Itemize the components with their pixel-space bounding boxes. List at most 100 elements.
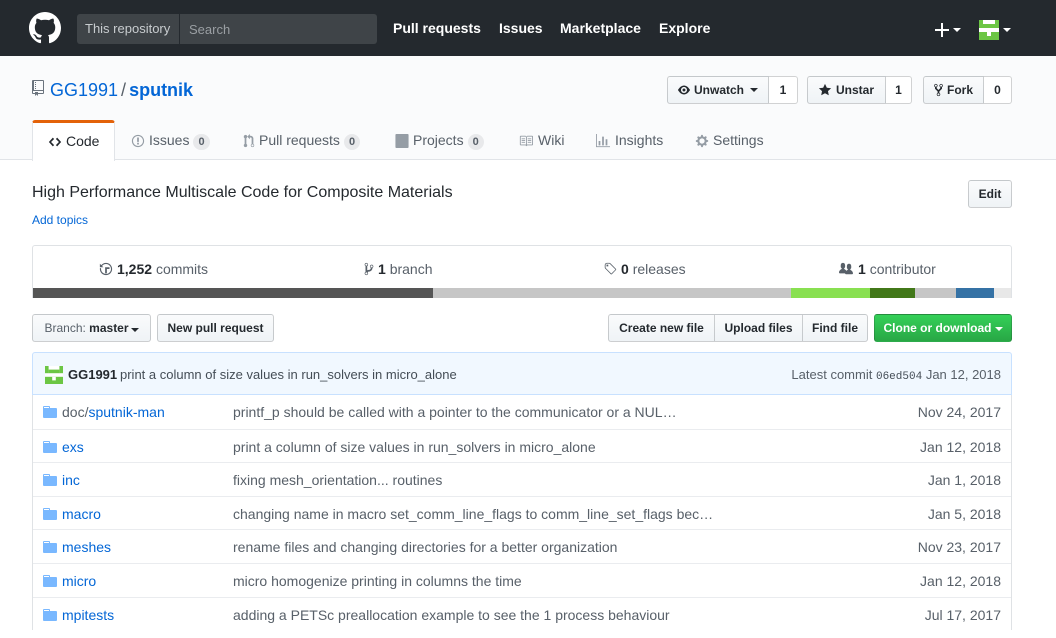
language-segment[interactable] [915, 288, 957, 298]
folder-icon [43, 574, 57, 587]
people-icon [839, 262, 853, 275]
tab-insights[interactable]: Insights [595, 120, 663, 160]
language-segment[interactable] [33, 288, 433, 298]
file-name-text: meshes [62, 539, 112, 556]
branch-prefix: Branch: [44, 321, 86, 335]
branches-summary[interactable]: 1 branch [364, 261, 433, 277]
file-commit-message[interactable]: printf_p should be called with a pointer… [233, 404, 677, 420]
history-icon [99, 262, 113, 276]
fork-icon [934, 83, 943, 97]
fork-button[interactable]: Fork [923, 76, 984, 104]
forks-count[interactable]: 0 [984, 76, 1012, 104]
tab-wiki[interactable]: Wiki [518, 120, 564, 160]
language-segment[interactable] [790, 288, 871, 298]
language-segment[interactable] [994, 288, 1011, 298]
file-list: doc/sputnik-man printf_p should be called… [32, 395, 1012, 631]
folder-icon [43, 474, 57, 487]
create-new-menu[interactable] [935, 21, 961, 39]
contributors-summary[interactable]: 1 contributor [838, 261, 936, 277]
file-commit-message[interactable]: fixing mesh_orientation... routines [233, 472, 442, 488]
file-name-link[interactable]: inc [62, 472, 80, 488]
tab-pull-requests[interactable]: Pull requests 0 [243, 120, 361, 160]
file-name-text: mpitests [62, 606, 115, 623]
avatar [979, 20, 999, 40]
repo-description: High Performance Multiscale Code for Com… [32, 184, 453, 201]
avatar[interactable] [45, 366, 63, 384]
issues-counter: 0 [193, 134, 210, 150]
tab-issues[interactable]: Issues 0 [131, 120, 210, 160]
issue-icon [131, 135, 145, 148]
file-commit-message[interactable]: print a column of size values in run_sol… [233, 439, 596, 455]
file-name-link[interactable]: micro [62, 573, 96, 589]
repo-header: GG1991/sputnik Unwatch 1 Unstar 1 Fork 0… [0, 56, 1056, 161]
file-age: Jan 1, 2018 [927, 472, 1001, 489]
language-segment[interactable] [956, 288, 995, 298]
search-input[interactable] [181, 14, 377, 44]
releases-label: releases [632, 261, 686, 277]
tag-icon [604, 262, 617, 275]
clone-or-download-button[interactable]: Clone or download [874, 314, 1012, 342]
chevron-down-icon [750, 88, 758, 92]
commit-sha-link[interactable]: 06ed504 [876, 371, 922, 383]
nav-marketplace[interactable]: Marketplace [560, 20, 641, 36]
book-icon [519, 136, 533, 147]
unstar-button[interactable]: Unstar [807, 76, 886, 104]
language-segment[interactable] [870, 288, 916, 298]
tab-code[interactable]: Code [32, 120, 116, 161]
folder-icon [43, 440, 57, 453]
nav-explore[interactable]: Explore [659, 20, 710, 36]
repo-name-link[interactable]: sputnik [129, 80, 193, 100]
file-commit-message[interactable]: changing name in macro set_comm_line_fla… [233, 506, 713, 522]
file-name-link[interactable]: doc/sputnik-man [62, 404, 165, 420]
nav-issues[interactable]: Issues [499, 20, 543, 36]
tab-settings[interactable]: Settings [695, 120, 764, 160]
path-separator: / [121, 80, 127, 100]
upload-files-button[interactable]: Upload files [714, 314, 803, 342]
search-box: This repository [77, 14, 377, 44]
chevron-down-icon [994, 326, 1003, 331]
file-name-text: sputnik-man [88, 404, 165, 420]
add-topics-link[interactable]: Add topics [32, 213, 88, 227]
file-name-link[interactable]: exs [62, 439, 84, 455]
file-age: Nov 23, 2017 [917, 539, 1001, 556]
branch-select-button[interactable]: Branch: master [32, 314, 151, 342]
project-icon [395, 134, 409, 149]
file-commit-message[interactable]: rename files and changing directories fo… [233, 539, 617, 555]
latest-commit-bar: GG1991 print a column of size values in … [32, 352, 1012, 395]
github-logo-icon[interactable] [29, 12, 61, 44]
contributors-count: 1 [858, 261, 866, 277]
star-icon [818, 83, 832, 96]
releases-summary[interactable]: 0 releases [603, 261, 686, 277]
watchers-count[interactable]: 1 [769, 76, 798, 104]
user-menu[interactable] [979, 20, 1011, 40]
language-bar[interactable] [33, 288, 1011, 298]
repo-title: GG1991/sputnik [50, 80, 193, 101]
commits-summary[interactable]: 1,252 commits [99, 261, 208, 277]
file-commit-message[interactable]: adding a PETSc preallocation example to … [233, 607, 670, 623]
graph-icon [596, 134, 610, 148]
edit-description-button[interactable]: Edit [968, 180, 1012, 208]
watch-group: Unwatch 1 [667, 76, 798, 104]
commit-message-link[interactable]: print a column of size values in run_sol… [120, 367, 457, 382]
repo-owner-link[interactable]: GG1991 [50, 80, 118, 100]
folder-icon [43, 406, 57, 418]
commit-date: Jan 12, 2018 [925, 367, 1001, 382]
create-new-file-button[interactable]: Create new file [608, 314, 715, 342]
tab-label: Wiki [538, 132, 565, 148]
file-name-link[interactable]: meshes [62, 539, 111, 555]
file-name-link[interactable]: macro [62, 506, 101, 522]
pull-request-icon [243, 134, 255, 148]
find-file-button[interactable]: Find file [802, 314, 868, 342]
tab-projects[interactable]: Projects 0 [395, 120, 484, 160]
language-segment[interactable] [433, 288, 791, 298]
file-name-text: exs [62, 438, 84, 455]
file-commit-message[interactable]: micro homogenize printing in columns the… [233, 573, 522, 589]
file-name-link[interactable]: mpitests [62, 607, 114, 623]
commit-author-link[interactable]: GG1991 [68, 367, 117, 382]
stargazers-count[interactable]: 1 [886, 76, 912, 104]
new-pull-request-button[interactable]: New pull request [157, 314, 274, 342]
unwatch-button[interactable]: Unwatch [667, 76, 769, 104]
nav-pull-requests[interactable]: Pull requests [393, 20, 481, 36]
tab-label: Insights [615, 132, 664, 148]
tab-label: Settings [713, 132, 764, 148]
